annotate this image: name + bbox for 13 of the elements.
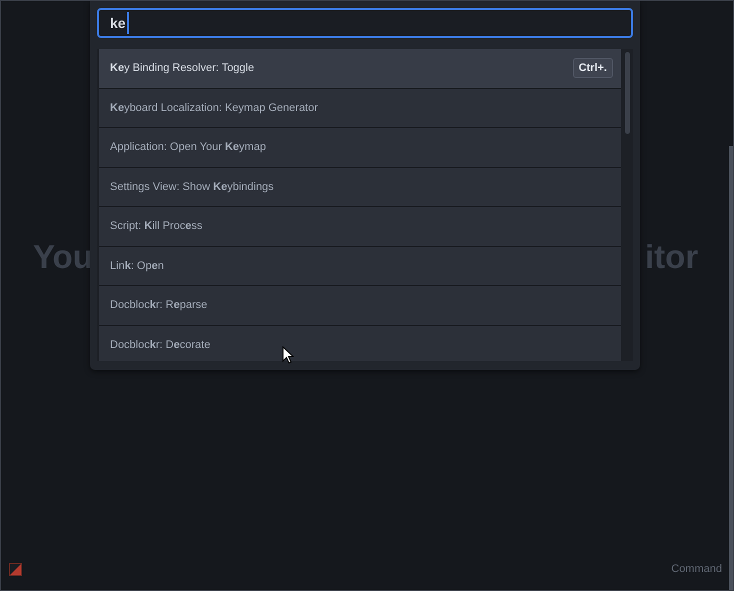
command-item[interactable]: Docblockr: Decorate (99, 326, 621, 361)
command-item[interactable]: Settings View: Show Keybindings (99, 168, 621, 207)
status-icon[interactable] (9, 562, 22, 576)
mouse-pointer-icon (282, 346, 294, 364)
search-field[interactable]: ke (97, 8, 633, 38)
command-item[interactable]: Script: Kill Process (99, 207, 621, 246)
command-item[interactable]: Docblockr: Reparse (99, 286, 621, 326)
status-text: Command (671, 563, 722, 575)
command-item[interactable]: Application: Open Your Keymap (99, 128, 621, 168)
keybinding-badge: Ctrl+. (572, 58, 613, 78)
command-item[interactable]: Key Binding Resolver: Toggle Ctrl+. (99, 49, 621, 88)
command-item[interactable]: Link: Open (99, 246, 621, 286)
command-item[interactable]: Keyboard Localization: Keymap Generator (99, 88, 621, 128)
